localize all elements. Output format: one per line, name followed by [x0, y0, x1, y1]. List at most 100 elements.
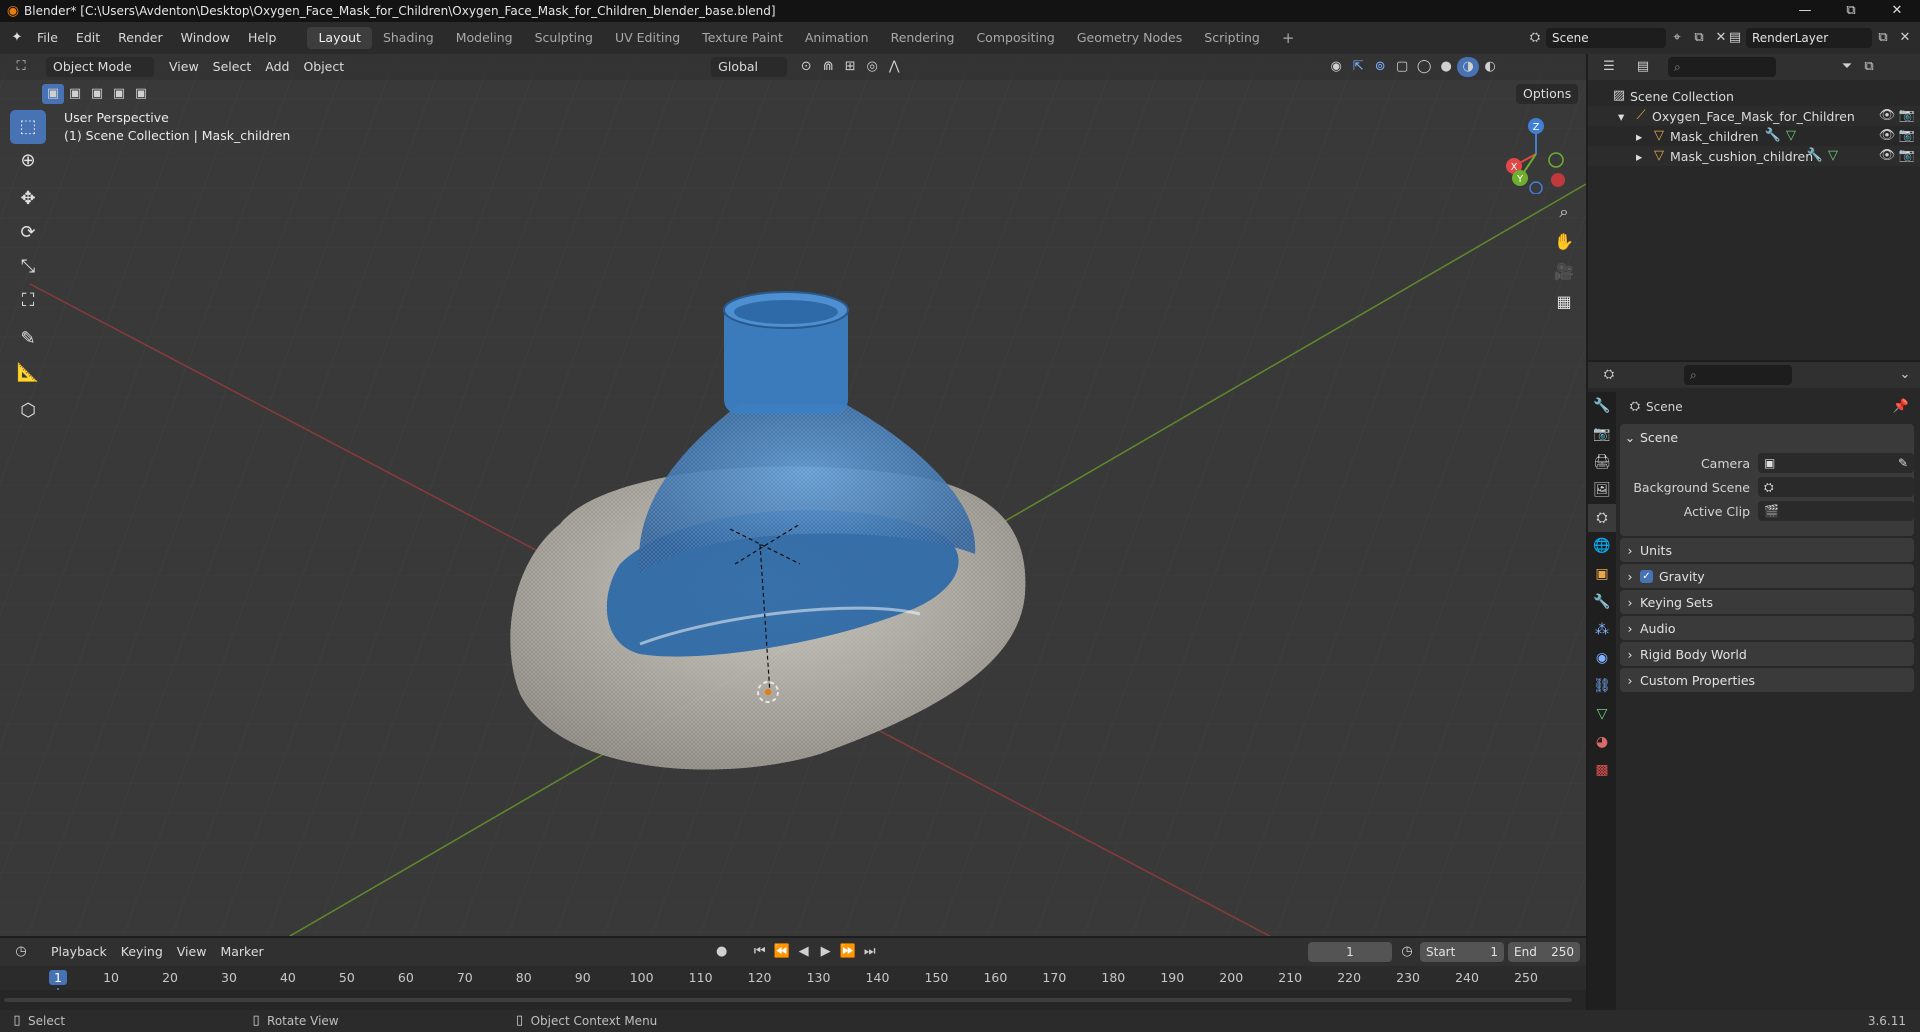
- add-cube-tool[interactable]: ⬡: [10, 394, 46, 428]
- outliner-search-input[interactable]: ⌕: [1668, 57, 1776, 77]
- properties-options-icon[interactable]: ⌄: [1894, 365, 1916, 385]
- render-camera-icon[interactable]: 📷: [1896, 126, 1918, 146]
- snap-target-icon[interactable]: ⊞: [839, 57, 861, 77]
- transform-tool[interactable]: ⛶: [10, 284, 46, 318]
- measure-tool[interactable]: 📐: [10, 356, 46, 390]
- scene-panel-header[interactable]: ⌄ Scene: [1620, 424, 1914, 450]
- render-tab-icon[interactable]: 📷: [1588, 420, 1616, 448]
- data-tab-icon[interactable]: ▽: [1588, 700, 1616, 728]
- minimize-button[interactable]: —: [1782, 0, 1828, 22]
- custom-properties-panel[interactable]: › Custom Properties: [1620, 668, 1914, 692]
- visibility-eye-icon[interactable]: 👁: [1876, 106, 1898, 126]
- ortho-toggle-icon[interactable]: ▦: [1550, 288, 1578, 316]
- timeline-menu-playback[interactable]: Playback: [44, 942, 114, 962]
- view-layer-tab-icon[interactable]: 🖼: [1588, 476, 1616, 504]
- play-icon[interactable]: ▶: [815, 942, 837, 962]
- menu-window[interactable]: Window: [172, 22, 239, 54]
- viewport-menu-object[interactable]: Object: [296, 57, 351, 77]
- editor-type-icon[interactable]: ⛶: [10, 57, 32, 77]
- visibility-eye-icon[interactable]: 👁: [1876, 126, 1898, 146]
- workspace-tab-uv-editing[interactable]: UV Editing: [604, 27, 691, 49]
- scene-tab-icon[interactable]: ⛭: [1588, 504, 1616, 532]
- scene-icon[interactable]: ⛭: [1524, 28, 1546, 48]
- xray-icon[interactable]: ▢: [1391, 57, 1413, 77]
- options-button[interactable]: Options: [1516, 84, 1579, 104]
- workspace-tab-texture-paint[interactable]: Texture Paint: [691, 27, 794, 49]
- snap-icon[interactable]: ⋒: [817, 57, 839, 77]
- workspace-tab-sculpting[interactable]: Sculpting: [524, 27, 604, 49]
- proportional-edit-icon[interactable]: ◎: [861, 57, 883, 77]
- start-frame-field[interactable]: Start 1: [1420, 942, 1504, 962]
- visibility-eye-icon[interactable]: 👁: [1876, 146, 1898, 166]
- timeline-scrollbar[interactable]: [4, 998, 1572, 1002]
- preview-range-icon[interactable]: ◷: [1396, 942, 1418, 962]
- select-subtract-icon[interactable]: ▣: [86, 84, 108, 104]
- select-box-tool[interactable]: ⬚: [10, 110, 46, 144]
- timeline-editor-icon[interactable]: ◷: [10, 942, 32, 962]
- workspace-tab-scripting[interactable]: Scripting: [1193, 27, 1271, 49]
- constraints-tab-icon[interactable]: ⛓: [1588, 672, 1616, 700]
- render-camera-icon[interactable]: 📷: [1896, 106, 1918, 126]
- zoom-icon[interactable]: ⌕: [1550, 198, 1578, 226]
- workspace-tab-geometry-nodes[interactable]: Geometry Nodes: [1066, 27, 1193, 49]
- expand-arrow-icon[interactable]: ▸: [1636, 129, 1648, 144]
- world-tab-icon[interactable]: 🌐: [1588, 532, 1616, 560]
- pin-scene-icon[interactable]: ⌖: [1666, 28, 1688, 48]
- viewport-menu-select[interactable]: Select: [206, 57, 259, 77]
- navigation-gizmo[interactable]: Z X Y: [1496, 114, 1576, 194]
- outliner-row-mask-children[interactable]: ▸ ▽ Mask_children 🔧 ▽ 👁 📷: [1588, 126, 1920, 146]
- properties-editor-icon[interactable]: ⛭: [1598, 365, 1620, 385]
- close-button[interactable]: ✕: [1874, 0, 1920, 22]
- maximize-button[interactable]: ⧉: [1828, 0, 1874, 22]
- frame-ruler[interactable]: 1 10 20 30 40 50 60 70 80 90 100 110 120 130 140 150 160…: [0, 966, 1586, 1016]
- rendered-shading-icon[interactable]: ◐: [1479, 57, 1501, 77]
- cursor-tool[interactable]: ⊕: [10, 144, 46, 178]
- select-intersect-icon[interactable]: ▣: [130, 84, 152, 104]
- tool-tab-icon[interactable]: 🔧: [1588, 392, 1616, 420]
- menu-edit[interactable]: Edit: [67, 22, 109, 54]
- blender-menu-icon[interactable]: ✦: [6, 28, 28, 48]
- workspace-tab-modeling[interactable]: Modeling: [445, 27, 524, 49]
- select-extend-icon[interactable]: ▣: [64, 84, 86, 104]
- jump-keyframe-forward-icon[interactable]: ⏩: [837, 942, 859, 962]
- mesh-data-icon[interactable]: ▽: [1822, 146, 1844, 166]
- keying-sets-panel[interactable]: › Keying Sets: [1620, 590, 1914, 614]
- menu-help[interactable]: Help: [239, 22, 286, 54]
- menu-render[interactable]: Render: [109, 22, 172, 54]
- workspace-tab-layout[interactable]: Layout: [307, 27, 372, 49]
- auto-keying-icon[interactable]: ●: [711, 942, 733, 962]
- scene-selector[interactable]: Scene: [1546, 28, 1666, 48]
- background-scene-field[interactable]: ⛭: [1758, 477, 1914, 497]
- overlay-toggle-icon[interactable]: ⊚: [1369, 57, 1391, 77]
- jump-keyframe-back-icon[interactable]: ⏪: [771, 942, 793, 962]
- filter-icon[interactable]: ⏷: [1836, 57, 1858, 77]
- new-scene-icon[interactable]: ⧉: [1688, 28, 1710, 48]
- particles-tab-icon[interactable]: ⁂: [1588, 616, 1616, 644]
- outliner-editor-icon[interactable]: ☰: [1598, 57, 1620, 77]
- current-frame-field[interactable]: 1: [1308, 942, 1392, 962]
- viewport-menu-view[interactable]: View: [162, 57, 206, 77]
- 3d-viewport[interactable]: ⛶ Object Mode View Select Add Object Glo…: [0, 54, 1586, 936]
- camera-view-icon[interactable]: 🎥: [1550, 258, 1578, 286]
- workspace-tab-compositing[interactable]: Compositing: [965, 27, 1065, 49]
- delete-view-layer-icon[interactable]: ✕: [1894, 28, 1916, 48]
- play-reverse-icon[interactable]: ◀: [793, 942, 815, 962]
- view-layer-icon[interactable]: ▤: [1724, 28, 1746, 48]
- gravity-panel[interactable]: › ✓ Gravity: [1620, 564, 1914, 588]
- rotate-tool[interactable]: ⟳: [10, 216, 46, 250]
- units-panel[interactable]: › Units: [1620, 538, 1914, 562]
- select-new-icon[interactable]: ▣: [42, 84, 64, 104]
- pin-icon[interactable]: 📌: [1890, 397, 1912, 417]
- texture-tab-icon[interactable]: ▩: [1588, 756, 1616, 784]
- eyedropper-icon[interactable]: ✎: [1898, 456, 1908, 470]
- outliner-row-mask-cushion[interactable]: ▸ ▽ Mask_cushion_children 🔧 ▽ 👁 📷: [1588, 146, 1920, 166]
- timeline-menu-view[interactable]: View: [170, 942, 214, 962]
- audio-panel[interactable]: › Audio: [1620, 616, 1914, 640]
- workspace-tab-rendering[interactable]: Rendering: [880, 27, 966, 49]
- falloff-icon[interactable]: ⋀: [883, 57, 905, 77]
- timeline-track-area[interactable]: [0, 990, 1586, 1010]
- pan-hand-icon[interactable]: ✋: [1550, 228, 1578, 256]
- mesh-data-icon[interactable]: ▽: [1780, 126, 1802, 146]
- workspace-tab-animation[interactable]: Animation: [794, 27, 880, 49]
- new-collection-icon[interactable]: ⧉: [1858, 57, 1880, 77]
